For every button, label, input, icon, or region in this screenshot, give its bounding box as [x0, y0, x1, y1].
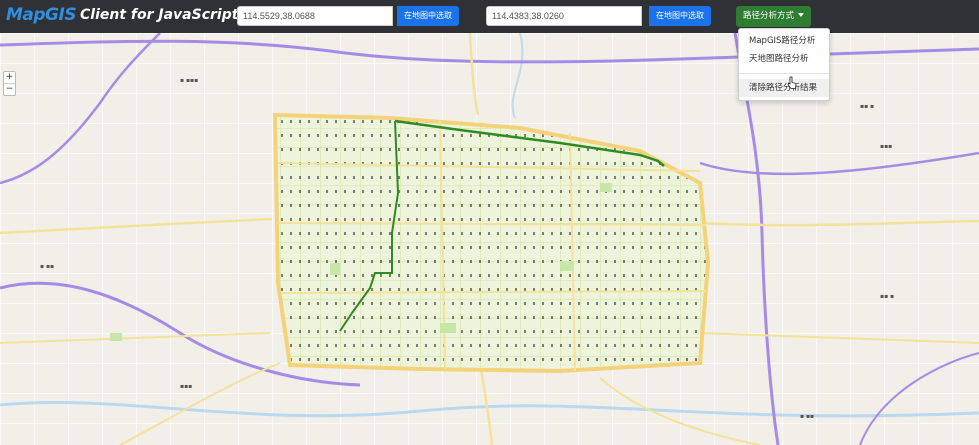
route-analysis-method-label: 路径分析方式 [742, 11, 794, 21]
end-pick-on-map-button[interactable]: 在地图中选取 [649, 6, 711, 26]
hand-cursor-icon [787, 76, 797, 89]
mapgis-logo: MapGIS [6, 5, 77, 25]
map-poi-label: ▪▪ ▪ [880, 293, 895, 300]
logo-text: MapGIS [6, 5, 77, 25]
end-coordinate-input[interactable] [486, 6, 642, 26]
top-toolbar: MapGIS Client for JavaScript 在地图中选取 在地图中… [0, 0, 979, 33]
app-subtitle: Client for JavaScript [80, 7, 239, 23]
start-pick-on-map-button[interactable]: 在地图中选取 [397, 6, 459, 26]
route-analysis-method-dropdown[interactable]: 路径分析方式 [736, 6, 811, 27]
map-poi-label: ▪▪ ▪ [860, 103, 875, 110]
zoom-in-button[interactable]: + [4, 72, 15, 83]
street-basemap [0, 33, 979, 445]
map-poi-label: ▪ ▪▪ [800, 413, 815, 420]
map-poi-label: ▪ ▪▪▪ [180, 77, 199, 84]
menu-item-mapgis-route[interactable]: MapGIS路径分析 [739, 32, 829, 50]
caret-down-icon [798, 13, 804, 17]
zoom-out-button[interactable]: − [4, 83, 15, 95]
map-view[interactable]: ▪ ▪▪▪ ▪▪ ▪ ▪▪▪ ▪ ▪▪ ▪▪ ▪ ▪▪▪ ▪ ▪▪ + − [0, 33, 979, 445]
start-coordinate-input[interactable] [237, 6, 393, 26]
map-poi-label: ▪▪▪ [180, 383, 193, 390]
map-poi-label: ▪▪▪ [880, 143, 893, 150]
route-analysis-menu: MapGIS路径分析 天地图路径分析 清除路径分析结果 [738, 28, 830, 101]
menu-divider [739, 73, 829, 74]
zoom-control: + − [3, 71, 16, 96]
menu-item-clear-route[interactable]: 清除路径分析结果 [739, 79, 829, 97]
menu-item-tianditu-route[interactable]: 天地图路径分析 [739, 50, 829, 68]
map-poi-label: ▪ ▪▪ [40, 263, 55, 270]
